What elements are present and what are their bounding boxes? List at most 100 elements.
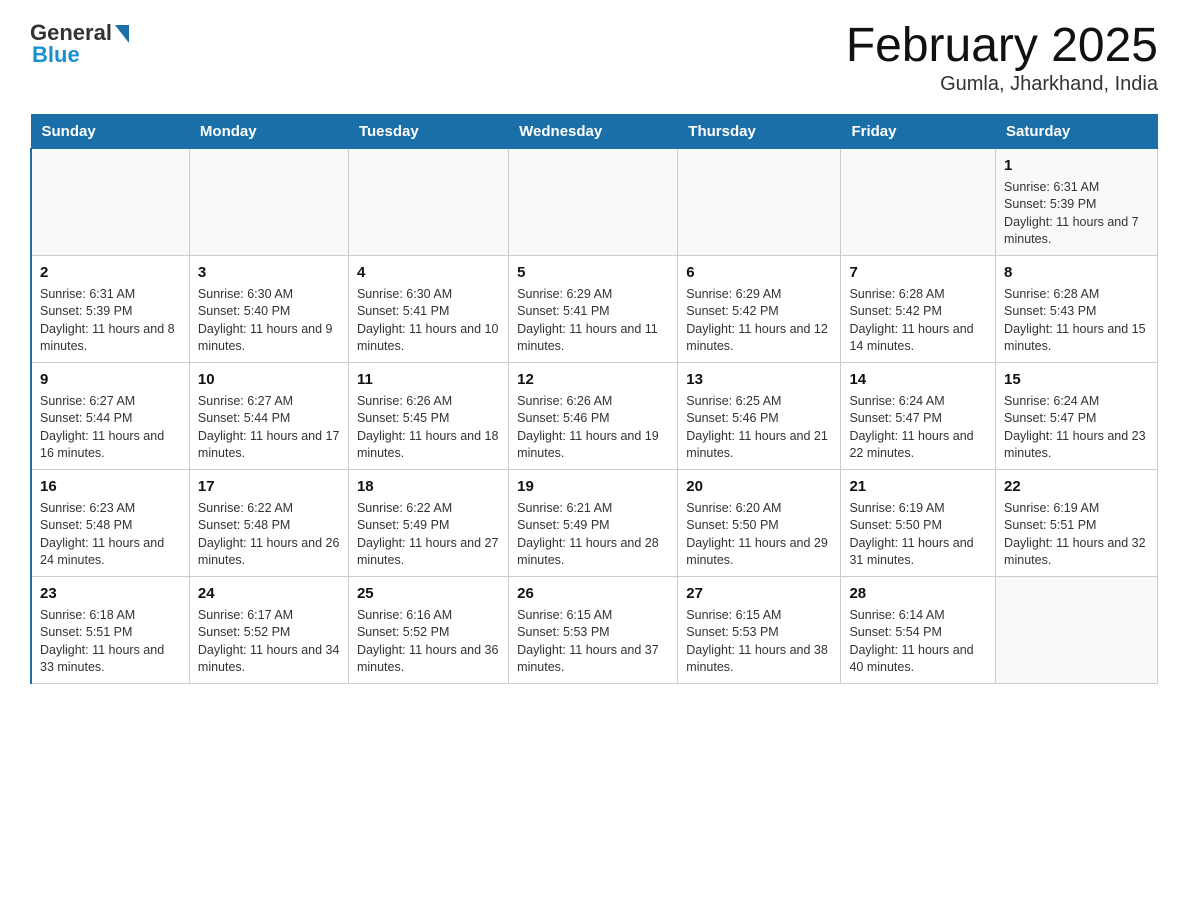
calendar-cell [189,148,348,255]
day-info: Sunrise: 6:29 AMSunset: 5:42 PMDaylight:… [686,286,832,356]
header-day-saturday: Saturday [996,114,1158,148]
day-info: Sunrise: 6:14 AMSunset: 5:54 PMDaylight:… [849,607,987,677]
day-number: 18 [357,476,500,497]
day-number: 13 [686,369,832,390]
day-info: Sunrise: 6:18 AMSunset: 5:51 PMDaylight:… [40,607,181,677]
day-number: 6 [686,262,832,283]
day-info: Sunrise: 6:16 AMSunset: 5:52 PMDaylight:… [357,607,500,677]
day-number: 15 [1004,369,1149,390]
day-number: 19 [517,476,669,497]
day-number: 22 [1004,476,1149,497]
calendar-cell: 1 Sunrise: 6:31 AMSunset: 5:39 PMDaylight… [996,148,1158,255]
calendar-cell: 8 Sunrise: 6:28 AMSunset: 5:43 PMDaylight… [996,255,1158,362]
header-day-tuesday: Tuesday [348,114,508,148]
day-number: 14 [849,369,987,390]
calendar-cell: 24 Sunrise: 6:17 AMSunset: 5:52 PMDayligh… [189,576,348,683]
calendar-cell: 9Sunrise: 6:27 AMSunset: 5:44 PMDaylight… [31,362,189,469]
day-number: 5 [517,262,669,283]
calendar-body: 1 Sunrise: 6:31 AMSunset: 5:39 PMDaylight… [31,148,1158,683]
header-day-sunday: Sunday [31,114,189,148]
logo-blue-text: Blue [30,42,80,68]
day-number: 12 [517,369,669,390]
calendar-cell: 13 Sunrise: 6:25 AMSunset: 5:46 PMDayligh… [678,362,841,469]
calendar-cell: 11 Sunrise: 6:26 AMSunset: 5:45 PMDayligh… [348,362,508,469]
logo: General Blue [30,20,129,68]
day-info: Sunrise: 6:22 AMSunset: 5:49 PMDaylight:… [357,500,500,570]
day-info: Sunrise: 6:26 AMSunset: 5:45 PMDaylight:… [357,393,500,463]
day-info: Sunrise: 6:25 AMSunset: 5:46 PMDaylight:… [686,393,832,463]
day-number: 17 [198,476,340,497]
page-subtitle: Gumla, Jharkhand, India [846,73,1158,96]
calendar-cell: 26Sunrise: 6:15 AMSunset: 5:53 PMDayligh… [509,576,678,683]
page-header: General Blue February 2025 Gumla, Jharkh… [30,20,1158,96]
calendar-cell [678,148,841,255]
day-info: Sunrise: 6:24 AMSunset: 5:47 PMDaylight:… [1004,393,1149,463]
week-row-1: 1 Sunrise: 6:31 AMSunset: 5:39 PMDaylight… [31,148,1158,255]
day-info: Sunrise: 6:31 AMSunset: 5:39 PMDaylight:… [1004,179,1149,249]
calendar-table: SundayMondayTuesdayWednesdayThursdayFrid… [30,114,1158,684]
calendar-cell: 28 Sunrise: 6:14 AMSunset: 5:54 PMDayligh… [841,576,996,683]
calendar-cell: 4 Sunrise: 6:30 AMSunset: 5:41 PMDaylight… [348,255,508,362]
day-info: Sunrise: 6:24 AMSunset: 5:47 PMDaylight:… [849,393,987,463]
day-number: 23 [40,583,181,604]
calendar-cell: 3Sunrise: 6:30 AMSunset: 5:40 PMDaylight… [189,255,348,362]
day-info: Sunrise: 6:30 AMSunset: 5:41 PMDaylight:… [357,286,500,356]
day-info: Sunrise: 6:27 AMSunset: 5:44 PMDaylight:… [40,393,181,463]
calendar-cell: 23 Sunrise: 6:18 AMSunset: 5:51 PMDayligh… [31,576,189,683]
calendar-cell [996,576,1158,683]
day-number: 1 [1004,155,1149,176]
day-info: Sunrise: 6:27 AMSunset: 5:44 PMDaylight:… [198,393,340,463]
calendar-cell: 6 Sunrise: 6:29 AMSunset: 5:42 PMDaylight… [678,255,841,362]
calendar-cell [509,148,678,255]
day-info: Sunrise: 6:21 AMSunset: 5:49 PMDaylight:… [517,500,669,570]
day-number: 28 [849,583,987,604]
calendar-cell: 22 Sunrise: 6:19 AMSunset: 5:51 PMDayligh… [996,469,1158,576]
day-number: 4 [357,262,500,283]
day-number: 11 [357,369,500,390]
calendar-cell: 2 Sunrise: 6:31 AMSunset: 5:39 PMDaylight… [31,255,189,362]
day-number: 24 [198,583,340,604]
day-number: 16 [40,476,181,497]
calendar-cell: 7 Sunrise: 6:28 AMSunset: 5:42 PMDaylight… [841,255,996,362]
day-info: Sunrise: 6:26 AMSunset: 5:46 PMDaylight:… [517,393,669,463]
calendar-cell: 12 Sunrise: 6:26 AMSunset: 5:46 PMDayligh… [509,362,678,469]
day-info: Sunrise: 6:15 AMSunset: 5:53 PMDaylight:… [686,607,832,677]
calendar-cell [348,148,508,255]
day-number: 25 [357,583,500,604]
logo-triangle-icon [115,25,129,43]
header-row: SundayMondayTuesdayWednesdayThursdayFrid… [31,114,1158,148]
calendar-cell: 16 Sunrise: 6:23 AMSunset: 5:48 PMDayligh… [31,469,189,576]
header-day-friday: Friday [841,114,996,148]
calendar-cell: 17Sunrise: 6:22 AMSunset: 5:48 PMDayligh… [189,469,348,576]
day-number: 27 [686,583,832,604]
day-number: 7 [849,262,987,283]
calendar-header: SundayMondayTuesdayWednesdayThursdayFrid… [31,114,1158,148]
calendar-cell: 21Sunrise: 6:19 AMSunset: 5:50 PMDayligh… [841,469,996,576]
day-info: Sunrise: 6:19 AMSunset: 5:51 PMDaylight:… [1004,500,1149,570]
header-day-monday: Monday [189,114,348,148]
week-row-2: 2 Sunrise: 6:31 AMSunset: 5:39 PMDaylight… [31,255,1158,362]
day-info: Sunrise: 6:28 AMSunset: 5:43 PMDaylight:… [1004,286,1149,356]
calendar-cell: 15 Sunrise: 6:24 AMSunset: 5:47 PMDayligh… [996,362,1158,469]
day-number: 3 [198,262,340,283]
calendar-cell [31,148,189,255]
day-number: 2 [40,262,181,283]
week-row-4: 16 Sunrise: 6:23 AMSunset: 5:48 PMDayligh… [31,469,1158,576]
day-number: 8 [1004,262,1149,283]
day-info: Sunrise: 6:23 AMSunset: 5:48 PMDaylight:… [40,500,181,570]
day-info: Sunrise: 6:19 AMSunset: 5:50 PMDaylight:… [849,500,987,570]
calendar-cell: 18 Sunrise: 6:22 AMSunset: 5:49 PMDayligh… [348,469,508,576]
day-info: Sunrise: 6:28 AMSunset: 5:42 PMDaylight:… [849,286,987,356]
title-block: February 2025 Gumla, Jharkhand, India [846,20,1158,96]
calendar-cell: 27 Sunrise: 6:15 AMSunset: 5:53 PMDayligh… [678,576,841,683]
day-number: 10 [198,369,340,390]
calendar-cell: 19 Sunrise: 6:21 AMSunset: 5:49 PMDayligh… [509,469,678,576]
calendar-cell: 20Sunrise: 6:20 AMSunset: 5:50 PMDayligh… [678,469,841,576]
day-info: Sunrise: 6:17 AMSunset: 5:52 PMDaylight:… [198,607,340,677]
day-info: Sunrise: 6:15 AMSunset: 5:53 PMDaylight:… [517,607,669,677]
header-day-thursday: Thursday [678,114,841,148]
calendar-cell: 25 Sunrise: 6:16 AMSunset: 5:52 PMDayligh… [348,576,508,683]
calendar-cell: 10 Sunrise: 6:27 AMSunset: 5:44 PMDayligh… [189,362,348,469]
calendar-cell: 5Sunrise: 6:29 AMSunset: 5:41 PMDaylight… [509,255,678,362]
day-info: Sunrise: 6:31 AMSunset: 5:39 PMDaylight:… [40,286,181,356]
